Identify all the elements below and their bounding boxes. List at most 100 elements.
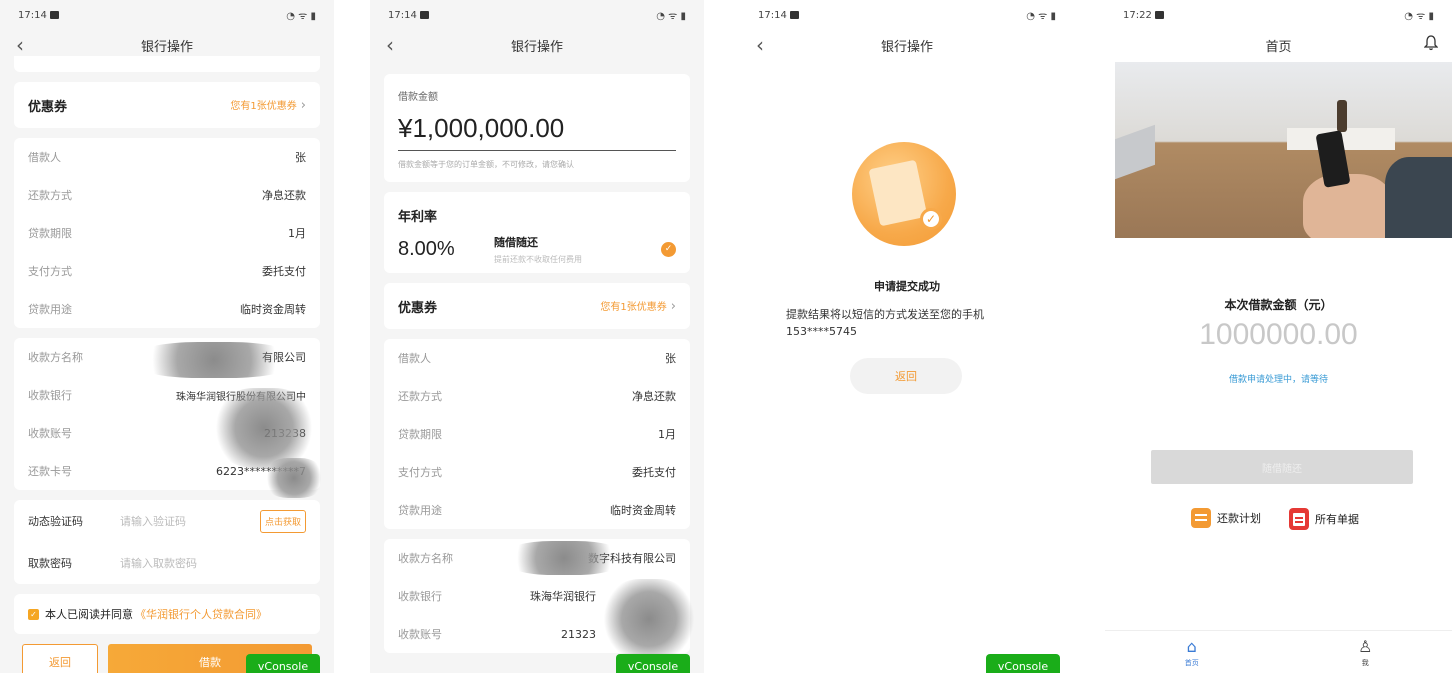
redaction-blur bbox=[264, 458, 324, 498]
repay-button-disabled[interactable]: 随借随还 bbox=[1151, 450, 1413, 484]
coupon-value: 您有1张优惠券 bbox=[600, 302, 667, 313]
nav-bar: ‹ 银行操作 bbox=[370, 30, 704, 60]
home-icon: ⌂ bbox=[1186, 636, 1197, 656]
page-title: 银行操作 bbox=[140, 39, 193, 55]
back-icon[interactable]: ‹ bbox=[386, 33, 394, 57]
vconsole-button[interactable]: vConsole bbox=[986, 654, 1060, 673]
laptop-shape bbox=[1115, 124, 1155, 180]
get-code-button[interactable]: 点击获取 bbox=[259, 509, 306, 533]
all-docs-label: 所有单据 bbox=[1315, 513, 1359, 526]
bottle-shape bbox=[1337, 100, 1347, 132]
nav-bar: 首页 bbox=[1105, 30, 1452, 60]
hand-shape bbox=[1303, 174, 1393, 238]
success-msg-text: 提款结果将以短信的方式发送至您的手机 bbox=[786, 308, 984, 321]
chevron-right-icon: › bbox=[670, 299, 676, 314]
password-label: 取款密码 bbox=[28, 557, 72, 570]
redaction-blur bbox=[604, 579, 694, 659]
tab-home[interactable]: ⌂ 首页 bbox=[1105, 631, 1279, 673]
bell-icon[interactable] bbox=[1424, 35, 1438, 51]
return-button[interactable]: 返回 bbox=[850, 358, 962, 394]
calendar-icon bbox=[1191, 508, 1211, 528]
page-title: 首页 bbox=[1265, 39, 1292, 55]
screen-loan-detail: 17:14 ◔ ᯤ ▮ ‹ 银行操作 借款金额 ¥1,000,000.00 借款… bbox=[370, 0, 704, 673]
coupon-card[interactable]: 优惠券 您有1张优惠券 › bbox=[384, 283, 690, 329]
redaction-blur bbox=[504, 541, 624, 575]
verify-card: 动态验证码 请输入验证码 点击获取 取款密码 请输入取款密码 bbox=[14, 500, 320, 584]
check-icon[interactable]: ✓ bbox=[661, 241, 676, 257]
amount-label: 本次借款金额（元） bbox=[1224, 298, 1333, 312]
tab-me[interactable]: ♙ 我 bbox=[1279, 631, 1452, 673]
success-illustration-icon: ✓ bbox=[852, 142, 956, 246]
check-icon: ✓ bbox=[920, 208, 942, 230]
vconsole-button[interactable]: vConsole bbox=[246, 654, 320, 673]
page-title: 银行操作 bbox=[510, 39, 563, 55]
amount-label: 借款金额 bbox=[398, 92, 438, 103]
hero-banner-image bbox=[1115, 62, 1452, 238]
coupon-card[interactable]: 优惠券 您有1张优惠券 › bbox=[14, 82, 320, 128]
info-row: 借款人张 bbox=[28, 151, 306, 164]
signal-battery-icon: ◔ ᯤ ▮ bbox=[656, 11, 686, 22]
phone-number: 153****5745 bbox=[786, 325, 857, 338]
rate-plan: 随借随还 bbox=[494, 235, 538, 249]
screen-submit-success: 17:14 ◔ ᯤ ▮ ‹ 银行操作 ✓ 申请提交成功 提款结果将以短信的方式发… bbox=[740, 0, 1074, 673]
arm-shape bbox=[1385, 157, 1452, 238]
coupon-label: 优惠券 bbox=[28, 99, 68, 115]
loan-info-card: 借款人张 还款方式 净息还款 贷款期限 1月 支付方式 委托支付 贷款用途 临时资金周转 bbox=[384, 339, 690, 529]
status-bar: 17:14 ◔ ᯤ ▮ bbox=[0, 0, 334, 30]
tab-home-label: 首页 bbox=[1184, 658, 1199, 667]
repay-plan-label: 还款计划 bbox=[1217, 512, 1261, 525]
redaction-blur bbox=[134, 342, 294, 378]
screen-loan-confirm: 17:14 ◔ ᯤ ▮ ‹ 银行操作 优惠券 您有1张优惠券 › 借款人张 还款方… bbox=[0, 0, 334, 673]
tab-bar: ⌂ 首页 ♙ 我 bbox=[1105, 630, 1452, 673]
redaction-blur bbox=[214, 388, 314, 468]
back-icon[interactable]: ‹ bbox=[16, 33, 24, 57]
notification-icon bbox=[49, 11, 59, 19]
rate-card: 年利率 8.00% 随借随还 提前还款不收取任何费用 ✓ bbox=[384, 192, 690, 273]
status-bar: 17:14 ◔ ᯤ ▮ bbox=[740, 0, 1074, 30]
rate-plan-note: 提前还款不收取任何费用 bbox=[494, 254, 582, 264]
status-bar: 17:22 ◔ ᯤ ▮ bbox=[1105, 0, 1452, 30]
info-row: 贷款期限 1月 bbox=[398, 428, 676, 441]
nav-bar: ‹ 银行操作 bbox=[740, 30, 1074, 60]
return-button[interactable]: 返回 bbox=[22, 644, 98, 673]
amount-value: 1000000.00 bbox=[1199, 318, 1358, 351]
loan-info-card: 借款人张 还款方式 净息还款 贷款期限 1月 支付方式 委托支付 贷款用途 临时资金周转 bbox=[14, 138, 320, 328]
amount-value: ¥1,000,000.00 bbox=[398, 103, 676, 151]
info-row: 借款人张 bbox=[398, 352, 676, 365]
chevron-right-icon: › bbox=[300, 98, 306, 113]
info-row: 贷款用途 临时资金周转 bbox=[398, 504, 676, 517]
agreement-card: ✓ 本人已阅读并同意 《华润银行个人贷款合同》 bbox=[14, 594, 320, 634]
vconsole-button[interactable]: vConsole bbox=[616, 654, 690, 673]
signal-battery-icon: ◔ ᯤ ▮ bbox=[1404, 11, 1434, 22]
verify-label: 动态验证码 bbox=[28, 515, 83, 528]
info-row: 贷款用途 临时资金周转 bbox=[28, 303, 306, 316]
status-time: 17:14 bbox=[18, 9, 47, 21]
contract-link[interactable]: 《华润银行个人贷款合同》 bbox=[135, 606, 267, 622]
notification-icon bbox=[1154, 11, 1164, 19]
info-row: 还款方式 净息还款 bbox=[28, 189, 306, 202]
all-docs-link[interactable]: 所有单据 bbox=[1289, 508, 1359, 530]
payee-card: 收款方名称 数字科技有限公司 收款银行 珠海华润银行 收款账号 21323 bbox=[384, 539, 694, 659]
info-row: 支付方式 委托支付 bbox=[398, 466, 676, 479]
notification-icon bbox=[419, 11, 429, 19]
agree-checkbox[interactable]: ✓ bbox=[28, 608, 39, 620]
success-message: 提款结果将以短信的方式发送至您的手机 153****5745 bbox=[786, 306, 1046, 340]
success-title: 申请提交成功 bbox=[874, 280, 940, 293]
status-time: 17:22 bbox=[1123, 9, 1152, 21]
info-row: 贷款期限 1月 bbox=[28, 227, 306, 240]
signal-battery-icon: ◔ ᯤ ▮ bbox=[1026, 11, 1056, 22]
repay-plan-link[interactable]: 还款计划 bbox=[1191, 508, 1261, 528]
verify-code-input[interactable]: 请输入验证码 bbox=[120, 513, 260, 529]
verify-code-row: 动态验证码 请输入验证码 点击获取 bbox=[28, 500, 306, 542]
user-icon: ♙ bbox=[1358, 636, 1373, 656]
clipboard-icon bbox=[1289, 508, 1309, 530]
rate-value: 8.00% bbox=[398, 237, 455, 260]
status-text: 借款申请处理中，请等待 bbox=[1228, 375, 1328, 385]
password-input[interactable]: 请输入取款密码 bbox=[120, 555, 306, 571]
notification-icon bbox=[789, 11, 799, 19]
password-row: 取款密码 请输入取款密码 bbox=[28, 542, 306, 584]
status-bar: 17:14 ◔ ᯤ ▮ bbox=[370, 0, 704, 30]
back-icon[interactable]: ‹ bbox=[756, 33, 764, 57]
amount-card: 借款金额 ¥1,000,000.00 借款金额等于您的订单金额，不可修改，请您确… bbox=[384, 74, 690, 182]
screen-home: 17:22 ◔ ᯤ ▮ 首页 本次借款金额（元） 1000000.00 借款申请… bbox=[1105, 0, 1452, 673]
